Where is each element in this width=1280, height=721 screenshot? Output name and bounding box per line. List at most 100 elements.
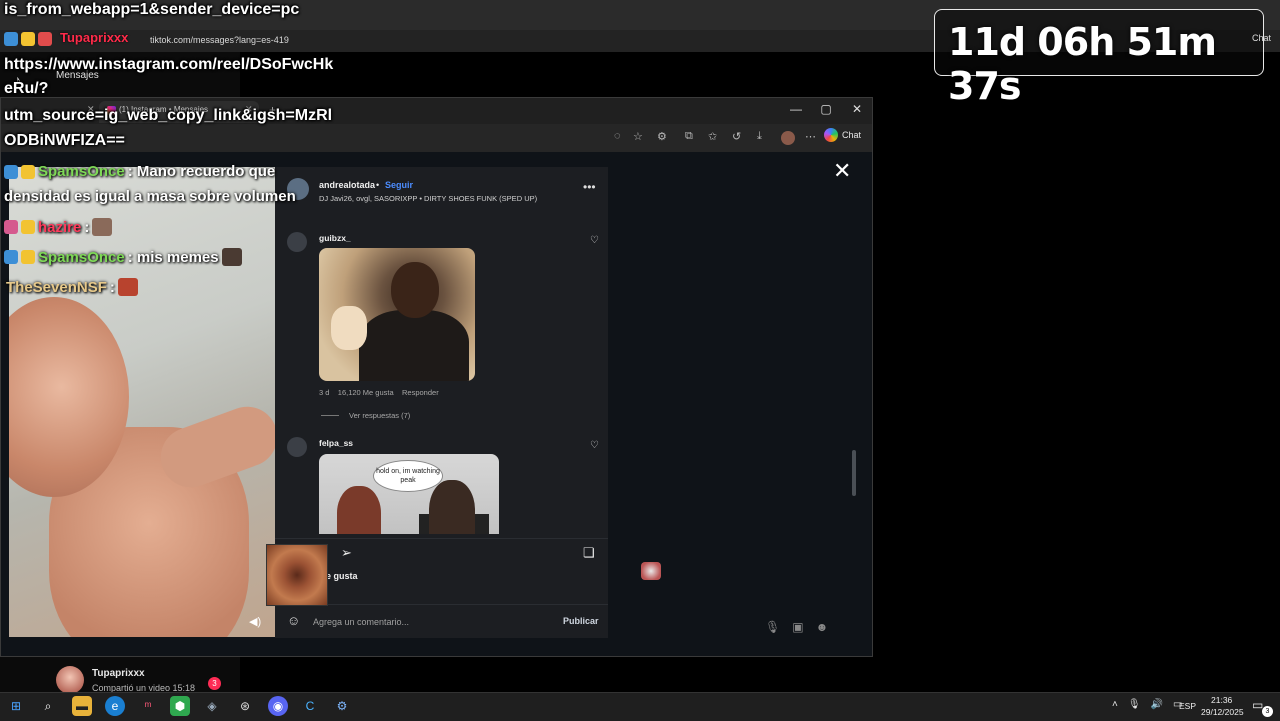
scrollbar[interactable] (852, 450, 856, 496)
language-indicator[interactable]: ESP (1179, 701, 1196, 711)
notification-count: 3 (1262, 706, 1273, 717)
chat-message: hazire : (4, 218, 113, 236)
audio-credit[interactable]: DJ Javi26, ovgl, SASORIXPP • DIRTY SHOES… (319, 194, 537, 203)
comment-image[interactable] (319, 248, 475, 381)
avatar[interactable] (56, 666, 84, 694)
chat-username: SpamsOnce (38, 163, 125, 180)
extension-icon[interactable] (38, 32, 52, 46)
copilot-chat-button[interactable]: Chat (824, 128, 861, 142)
chat-message: densidad es igual a masa sobre volumen (4, 188, 296, 205)
image-figure (337, 486, 381, 534)
background-extension-icons (4, 32, 52, 46)
chat-text: : Mano recuerdo que (127, 163, 276, 180)
chat-username: TheSevenNSF (6, 278, 107, 296)
windows-start-icon[interactable]: ⊞ (6, 696, 26, 716)
separator: • (376, 180, 380, 190)
app-icon[interactable]: C (300, 696, 320, 716)
comment-likes[interactable]: 16,120 Me gusta (338, 388, 394, 397)
more-options-icon[interactable]: ••• (583, 180, 596, 194)
comment-input[interactable] (311, 612, 545, 632)
chat-text: : (84, 218, 90, 236)
emote-icon (221, 248, 242, 266)
clock-time[interactable]: 21:36 (1211, 695, 1232, 705)
browser-toolbar (1, 124, 872, 152)
emote-overlay (266, 544, 328, 606)
background-tab-name: Tupaprixxx (60, 30, 129, 45)
chat-username: hazire (38, 218, 82, 236)
bookmark-icon[interactable]: ❏ (583, 545, 595, 561)
chat-username: SpamsOnce (38, 248, 125, 266)
background-url-text[interactable]: tiktok.com/messages?lang=es-419 (150, 35, 289, 45)
minimize-button[interactable]: — (786, 102, 806, 116)
browser-window: ✕ (1) Instagram • Mensajes ✕ + — ▢ ✕ ◌ ☆… (0, 97, 873, 657)
extension-icon[interactable] (4, 32, 18, 46)
clock-date[interactable]: 29/12/2025 (1201, 707, 1244, 717)
chat-message: SpamsOnce : mis memes (4, 248, 242, 266)
badge-icon (4, 250, 18, 264)
view-replies-button[interactable]: Ver respuestas (7) (349, 411, 410, 420)
file-explorer-icon[interactable]: ▬ (72, 696, 92, 716)
publish-button[interactable]: Publicar (563, 616, 599, 626)
image-icon[interactable]: ▣ (792, 620, 803, 634)
post-username[interactable]: andrealotada (319, 180, 375, 190)
chat-text: densidad es igual a masa sobre volumen (4, 188, 296, 205)
shield-icon[interactable]: ◈ (202, 696, 222, 716)
badge-icon (4, 220, 18, 234)
close-window-button[interactable]: ✕ (847, 102, 867, 116)
avatar[interactable] (287, 232, 307, 252)
discord-icon[interactable]: ◉ (268, 696, 288, 716)
overlay-link-line: https://www.instagram.com/reel/DSoFwcHk (4, 56, 334, 73)
star-icon[interactable]: ☆ (633, 130, 643, 143)
split-screen-icon[interactable]: ⧉ (685, 130, 693, 143)
comment-image[interactable]: hold on, im watching peak (319, 454, 499, 534)
history-icon[interactable]: ↺ (732, 130, 741, 143)
microphone-icon[interactable]: 🎙 (765, 620, 780, 634)
app-icon[interactable]: ⊛ (235, 696, 255, 716)
profile-avatar[interactable] (781, 131, 795, 145)
message-input-actions: 🎙 ▣ ☻ (765, 620, 828, 634)
likes-count[interactable]: e gusta (326, 571, 358, 581)
crown-icon (21, 164, 35, 179)
app-icon[interactable]: ᵐ (138, 696, 158, 716)
timer-text: 11d 06h 51m 37s (948, 20, 1217, 108)
reel-video[interactable] (9, 167, 275, 637)
background-chat-label: Chat (1252, 33, 1272, 43)
copilot-icon (824, 128, 838, 142)
image-figure (359, 310, 469, 381)
share-icon[interactable]: ➢ (341, 545, 352, 561)
avatar[interactable] (287, 437, 307, 457)
comment-username[interactable]: guibzx_ (319, 233, 351, 243)
overlay-link-line: ODBiNWFIZA== (4, 132, 125, 149)
chat-message: TheSevenNSF : (6, 278, 138, 296)
heart-icon[interactable]: ♡ (590, 440, 599, 451)
favorites-icon[interactable]: ✩ (708, 130, 717, 143)
comment-username[interactable]: felpa_ss (319, 438, 353, 448)
app-icon[interactable]: ⬢ (170, 696, 190, 716)
crown-icon (21, 220, 35, 234)
edge-icon[interactable]: e (105, 696, 125, 716)
speaker-icon[interactable]: 🔊 (1151, 699, 1163, 710)
follow-button[interactable]: Seguir (385, 180, 413, 190)
image-face (391, 262, 439, 318)
more-icon[interactable]: ⋯ (805, 130, 816, 143)
microphone-icon[interactable]: 🎙 (1128, 699, 1141, 710)
overlay-link-line: utm_source=ig_web_copy_link&igsh=MzRl (4, 107, 333, 124)
maximize-button[interactable]: ▢ (816, 102, 836, 116)
steam-icon[interactable]: ⚙ (332, 696, 352, 716)
extension-icon[interactable] (21, 32, 35, 46)
download-icon[interactable]: ⤓ (757, 130, 762, 143)
search-icon[interactable]: ⌕ (38, 696, 58, 716)
emoji-icon[interactable]: ☺ (287, 613, 300, 628)
sticker-icon[interactable]: ☻ (816, 620, 829, 634)
image-glass (331, 306, 367, 350)
tracking-icon[interactable]: ◌ (614, 130, 621, 142)
conversation-username[interactable]: Tupaprixxx (92, 668, 145, 679)
extensions-icon[interactable]: ⚙ (657, 130, 667, 143)
chevron-up-icon[interactable]: ˄ (1112, 699, 1118, 710)
volume-icon[interactable]: ◀) (249, 615, 261, 628)
heart-icon[interactable]: ♡ (590, 235, 599, 246)
reply-button[interactable]: Responder (402, 388, 439, 397)
close-modal-icon[interactable]: ✕ (833, 158, 851, 184)
crown-icon (21, 250, 35, 264)
system-tray: ˄ 🎙 🔊 ▭ (1112, 699, 1182, 710)
